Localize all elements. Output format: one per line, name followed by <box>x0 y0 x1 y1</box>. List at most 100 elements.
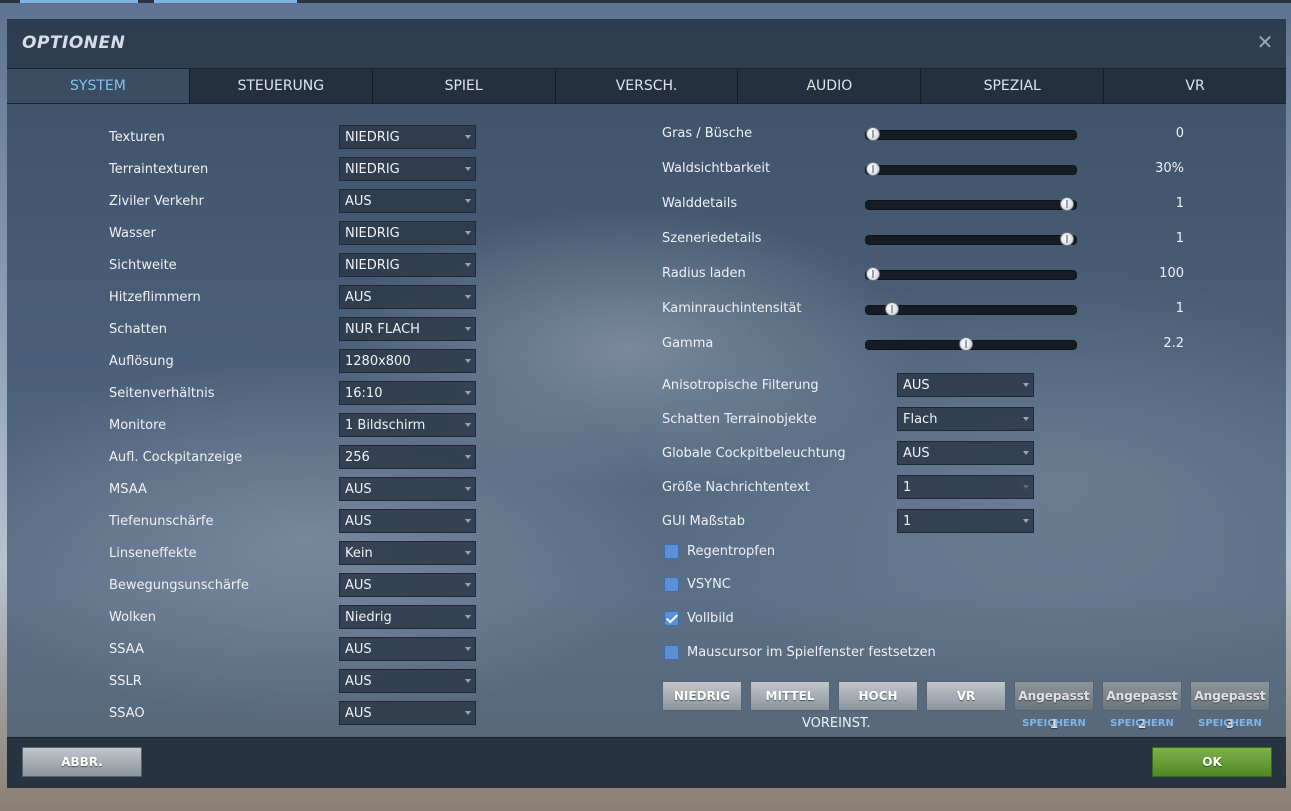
setting-dropdown[interactable]: AUS <box>897 373 1034 397</box>
background-top-strip <box>0 0 1291 3</box>
setting-dropdown[interactable]: AUS <box>339 669 476 693</box>
chevron-down-icon <box>465 423 471 427</box>
setting-dropdown[interactable]: 256 <box>339 445 476 469</box>
chevron-down-icon <box>465 583 471 587</box>
checkbox[interactable] <box>664 577 679 592</box>
dropdown-value: AUS <box>345 194 372 209</box>
slider-handle[interactable] <box>866 162 880 176</box>
setting-label: Seitenverhältnis <box>109 386 215 401</box>
preset-button-vr[interactable]: VR <box>926 681 1006 711</box>
setting-dropdown[interactable]: NUR FLACH <box>339 317 476 341</box>
setting-dropdown[interactable]: AUS <box>339 477 476 501</box>
setting-dropdown[interactable]: Kein <box>339 541 476 565</box>
setting-label: Terraintexturen <box>109 162 209 177</box>
ok-button[interactable]: OK <box>1152 747 1272 777</box>
setting-label: Tiefenunschärfe <box>109 514 214 529</box>
tab-system[interactable]: SYSTEM <box>7 69 190 103</box>
chevron-down-icon <box>465 647 471 651</box>
setting-dropdown[interactable]: AUS <box>897 441 1034 465</box>
setting-dropdown[interactable]: Niedrig <box>339 605 476 629</box>
dropdown-value: AUS <box>345 290 372 305</box>
slider-label: Kaminrauchintensität <box>662 301 802 316</box>
slider-track[interactable] <box>865 270 1077 280</box>
tab-spiel[interactable]: SPIEL <box>373 69 556 103</box>
footer-bar: ABBR. OK <box>7 737 1286 788</box>
slider-value: 1 <box>1175 301 1184 316</box>
slider-handle[interactable] <box>1060 232 1074 246</box>
setting-dropdown[interactable]: NIEDRIG <box>339 125 476 149</box>
setting-dropdown[interactable]: Flach <box>897 407 1034 431</box>
slider-handle[interactable] <box>959 337 974 351</box>
setting-dropdown[interactable]: AUS <box>339 573 476 597</box>
dropdown-value: AUS <box>345 578 372 593</box>
tab-versch[interactable]: VERSCH. <box>556 69 739 103</box>
slider-value: 0 <box>1175 126 1184 141</box>
slider-handle[interactable] <box>1060 197 1074 211</box>
checkbox-label[interactable]: Mauscursor im Spielfenster festsetzen <box>687 645 936 660</box>
setting-dropdown[interactable]: AUS <box>339 189 476 213</box>
save-preset-link[interactable]: SPEICHERN <box>1190 718 1270 729</box>
dropdown-value: AUS <box>903 378 930 393</box>
setting-dropdown[interactable]: NIEDRIG <box>339 253 476 277</box>
setting-label: Monitore <box>109 418 167 433</box>
tab-steuerung[interactable]: STEUERUNG <box>190 69 373 103</box>
slider-label: Gamma <box>662 336 714 351</box>
background-highlight <box>20 0 138 3</box>
slider-label: Szeneriedetails <box>662 231 762 246</box>
chevron-down-icon <box>1023 417 1029 421</box>
chevron-down-icon <box>465 615 471 619</box>
setting-label: Texturen <box>109 130 165 145</box>
save-preset-link[interactable]: SPEICHERN <box>1102 718 1182 729</box>
setting-dropdown[interactable]: 1 <box>897 509 1034 533</box>
preset-button-hoch[interactable]: HOCH <box>838 681 918 711</box>
slider-track[interactable] <box>865 165 1077 175</box>
tab-spezial[interactable]: SPEZIAL <box>921 69 1105 103</box>
slider-value: 100 <box>1159 266 1184 281</box>
setting-dropdown[interactable]: 1 Bildschirm <box>339 413 476 437</box>
checkbox-label[interactable]: Vollbild <box>687 611 734 626</box>
preset-button-niedrig[interactable]: NIEDRIG <box>662 681 742 711</box>
title-bar: OPTIONEN ✕ <box>7 19 1286 68</box>
slider-handle[interactable] <box>866 267 880 281</box>
tab-vr[interactable]: VR <box>1104 69 1286 103</box>
slider-handle[interactable] <box>866 127 880 141</box>
setting-dropdown[interactable]: AUS <box>339 701 476 725</box>
tab-bar: SYSTEM STEUERUNG SPIEL VERSCH. AUDIO SPEZIAL V… <box>7 68 1286 104</box>
dropdown-value: NIEDRIG <box>345 162 400 177</box>
checkbox-label[interactable]: Regentropfen <box>687 544 775 559</box>
checkbox-label[interactable]: VSYNC <box>687 577 731 592</box>
dropdown-value: 1280x800 <box>345 354 411 369</box>
slider-track[interactable] <box>865 235 1077 245</box>
slider-track[interactable] <box>865 200 1077 210</box>
setting-dropdown[interactable]: NIEDRIG <box>339 221 476 245</box>
setting-dropdown[interactable]: 16:10 <box>339 381 476 405</box>
chevron-down-icon <box>1023 519 1029 523</box>
setting-label: GUI Maßstab <box>662 514 746 529</box>
custom-preset-button[interactable]: Angepasst 1 <box>1014 681 1094 731</box>
cancel-button[interactable]: ABBR. <box>22 747 142 777</box>
custom-preset-button[interactable]: Angepasst 2 <box>1102 681 1182 731</box>
checkbox[interactable] <box>664 611 679 626</box>
custom-preset-button[interactable]: Angepasst 3 <box>1190 681 1270 731</box>
close-icon[interactable]: ✕ <box>1254 31 1276 53</box>
chevron-down-icon <box>465 135 471 139</box>
setting-dropdown[interactable]: AUS <box>339 509 476 533</box>
save-preset-link[interactable]: SPEICHERN <box>1014 718 1094 729</box>
dropdown-value: 1 <box>903 514 912 529</box>
chevron-down-icon <box>465 263 471 267</box>
setting-dropdown[interactable]: NIEDRIG <box>339 157 476 181</box>
chevron-down-icon <box>465 199 471 203</box>
setting-dropdown[interactable]: 1280x800 <box>339 349 476 373</box>
setting-label: Anisotropische Filterung <box>662 378 819 393</box>
dropdown-value: NIEDRIG <box>345 130 400 145</box>
tab-audio[interactable]: AUDIO <box>738 69 922 103</box>
chevron-down-icon <box>465 711 471 715</box>
setting-dropdown[interactable]: AUS <box>339 637 476 661</box>
checkbox[interactable] <box>664 645 679 660</box>
window-title: OPTIONEN <box>22 33 126 53</box>
slider-track[interactable] <box>865 130 1077 140</box>
checkbox[interactable] <box>664 544 679 559</box>
setting-dropdown[interactable]: AUS <box>339 285 476 309</box>
preset-button-mittel[interactable]: MITTEL <box>750 681 830 711</box>
dropdown-value: AUS <box>345 514 372 529</box>
